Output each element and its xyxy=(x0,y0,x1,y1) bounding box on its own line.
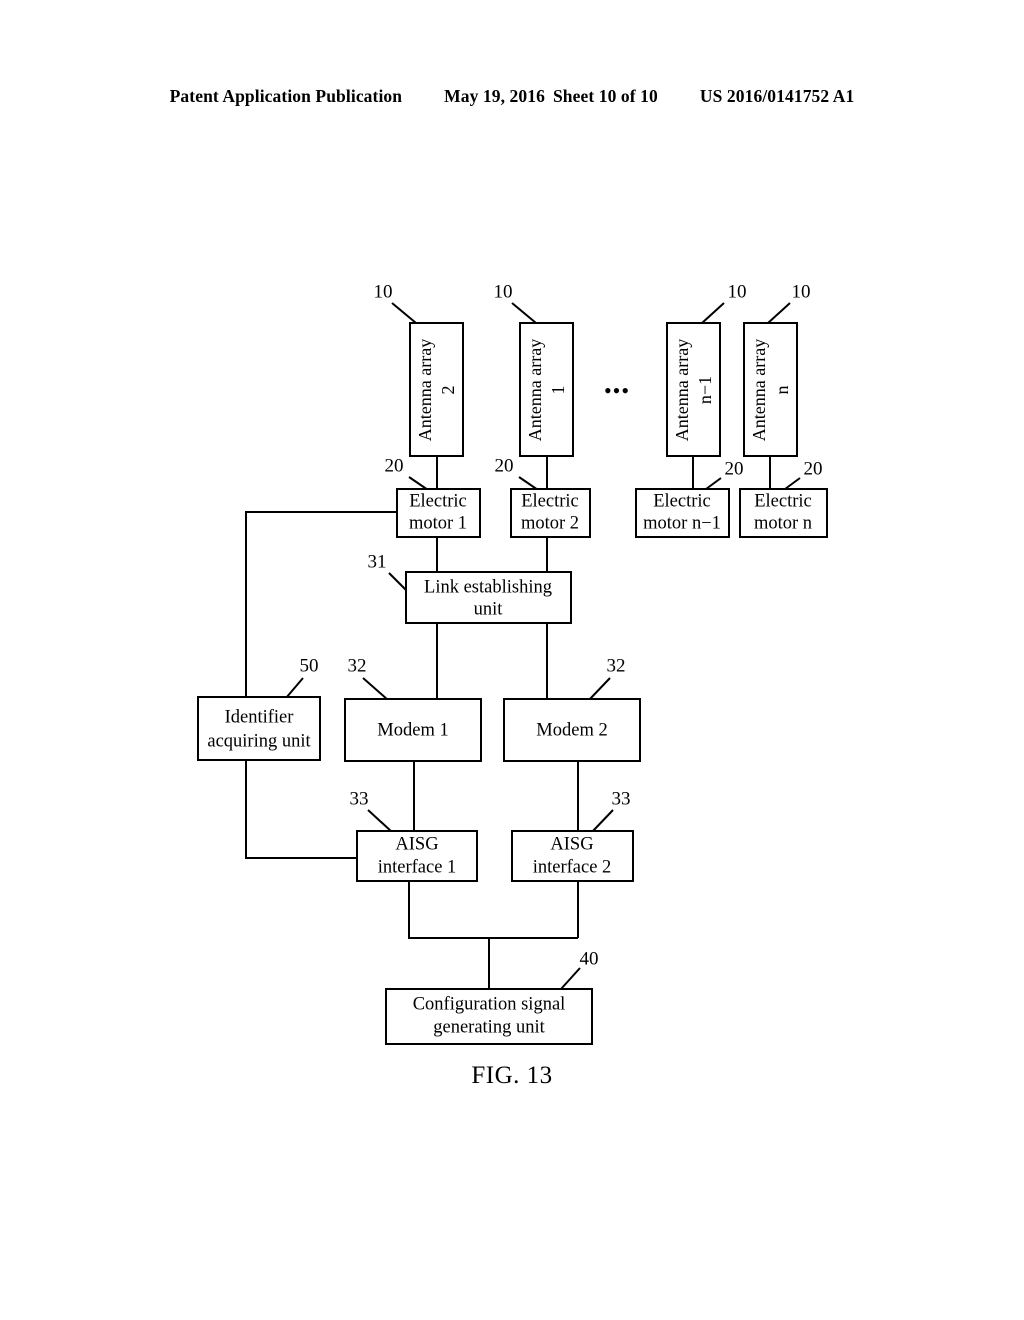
identifier-acquiring-unit-line2: acquiring unit xyxy=(207,731,311,751)
aisg-interface-1-line1: AISG xyxy=(395,834,438,854)
antenna-array-n-minus-1-line2: n−1 xyxy=(695,376,715,404)
antenna-array-2-line1: Antenna array xyxy=(415,339,435,441)
link-establishing-unit-line2: unit xyxy=(474,599,504,619)
antenna-array-1-line2: 1 xyxy=(548,386,568,395)
lead-ref-10-antenna1 xyxy=(511,302,537,324)
antenna-array-1-line1: Antenna array xyxy=(525,339,545,441)
ref-32-modem-1: 32 xyxy=(348,655,367,676)
block-electric-motor-n: Electric motor n xyxy=(739,488,828,538)
lead-ref-33-aisg2 xyxy=(591,809,614,833)
block-modem-1: Modem 1 xyxy=(344,698,482,762)
electric-motor-n-line2: motor n xyxy=(754,513,812,533)
ref-10-antenna-array-n: 10 xyxy=(792,281,811,302)
identifier-acquiring-unit-line1: Identifier xyxy=(225,707,294,727)
block-electric-motor-1: Electric motor 1 xyxy=(396,488,481,538)
electric-motor-2-line1: Electric xyxy=(521,491,579,511)
block-configuration-signal-generating-unit: Configuration signal generating unit xyxy=(385,988,593,1045)
block-aisg-interface-1: AISG interface 1 xyxy=(356,830,478,882)
modem-2-label: Modem 2 xyxy=(536,720,607,740)
block-antenna-array-2: Antenna array 2 xyxy=(409,322,464,457)
ref-10-antenna-array-1: 10 xyxy=(494,281,513,302)
lead-ref-10-antenna-n xyxy=(767,302,791,324)
link-establishing-unit-line1: Link establishing xyxy=(424,577,552,597)
block-electric-motor-n-minus-1: Electric motor n−1 xyxy=(635,488,730,538)
lead-ref-10-antenna2 xyxy=(391,302,417,324)
electric-motor-n-minus-1-line2: motor n−1 xyxy=(643,513,721,533)
link-aisg1-bus xyxy=(408,881,578,939)
ref-50-identifier-acquiring-unit: 50 xyxy=(300,655,319,676)
electric-motor-2-line2: motor 2 xyxy=(521,513,579,533)
configuration-signal-generating-unit-line1: Configuration signal xyxy=(413,994,566,1014)
ellipsis-between-antenna-arrays: ••• xyxy=(604,378,630,403)
aisg-interface-2-line1: AISG xyxy=(550,834,593,854)
figure-caption: FIG. 13 xyxy=(471,1062,553,1089)
electric-motor-1-line1: Electric xyxy=(409,491,467,511)
antenna-array-2-line2: 2 xyxy=(438,386,458,395)
lead-ref-40-configunit xyxy=(560,967,581,990)
antenna-array-n-line2: n xyxy=(772,386,792,395)
ref-10-antenna-array-n-minus-1: 10 xyxy=(728,281,747,302)
aisg-interface-2-line2: interface 2 xyxy=(533,857,612,877)
electric-motor-n-line1: Electric xyxy=(754,491,812,511)
lead-ref-33-aisg1 xyxy=(367,809,393,833)
figure-13-diagram: Antenna array 2 10 Antenna array 1 10 ••… xyxy=(0,0,1024,1320)
configuration-signal-generating-unit-line2: generating unit xyxy=(433,1017,545,1037)
modem-1-label: Modem 1 xyxy=(377,720,448,740)
ref-20-electric-motor-2: 20 xyxy=(495,455,514,476)
ref-40-configuration-signal-generating-unit: 40 xyxy=(580,948,599,969)
block-antenna-array-n: Antenna array n xyxy=(743,322,798,457)
patent-page: Patent Application Publication May 19, 2… xyxy=(0,0,1024,1320)
ref-20-electric-motor-1: 20 xyxy=(385,455,404,476)
ref-20-electric-motor-n: 20 xyxy=(804,458,823,479)
ref-33-aisg-interface-2: 33 xyxy=(612,788,631,809)
block-antenna-array-1: Antenna array 1 xyxy=(519,322,574,457)
ref-10-antenna-array-2: 10 xyxy=(374,281,393,302)
antenna-array-n-line1: Antenna array xyxy=(749,339,769,441)
ref-33-aisg-interface-1: 33 xyxy=(350,788,369,809)
ref-31-link-establishing-unit: 31 xyxy=(368,551,387,572)
electric-motor-1-line2: motor 1 xyxy=(409,513,467,533)
lead-ref-32-modem2 xyxy=(588,677,611,701)
block-identifier-acquiring-unit: Identifier acquiring unit xyxy=(197,696,321,761)
aisg-interface-1-line2: interface 1 xyxy=(378,857,457,877)
lead-ref-10-antenna-n-1 xyxy=(701,302,725,324)
block-antenna-array-n-minus-1: Antenna array n−1 xyxy=(666,322,721,457)
block-modem-2: Modem 2 xyxy=(503,698,641,762)
block-link-establishing-unit: Link establishing unit xyxy=(405,571,572,624)
ref-20-electric-motor-n-minus-1: 20 xyxy=(725,458,744,479)
block-electric-motor-2: Electric motor 2 xyxy=(510,488,591,538)
lead-ref-50-identifier xyxy=(285,677,304,699)
lead-ref-32-modem1 xyxy=(362,677,389,701)
ref-32-modem-2: 32 xyxy=(607,655,626,676)
electric-motor-n-minus-1-line1: Electric xyxy=(653,491,711,511)
block-aisg-interface-2: AISG interface 2 xyxy=(511,830,634,882)
antenna-array-n-minus-1-line1: Antenna array xyxy=(672,339,692,441)
